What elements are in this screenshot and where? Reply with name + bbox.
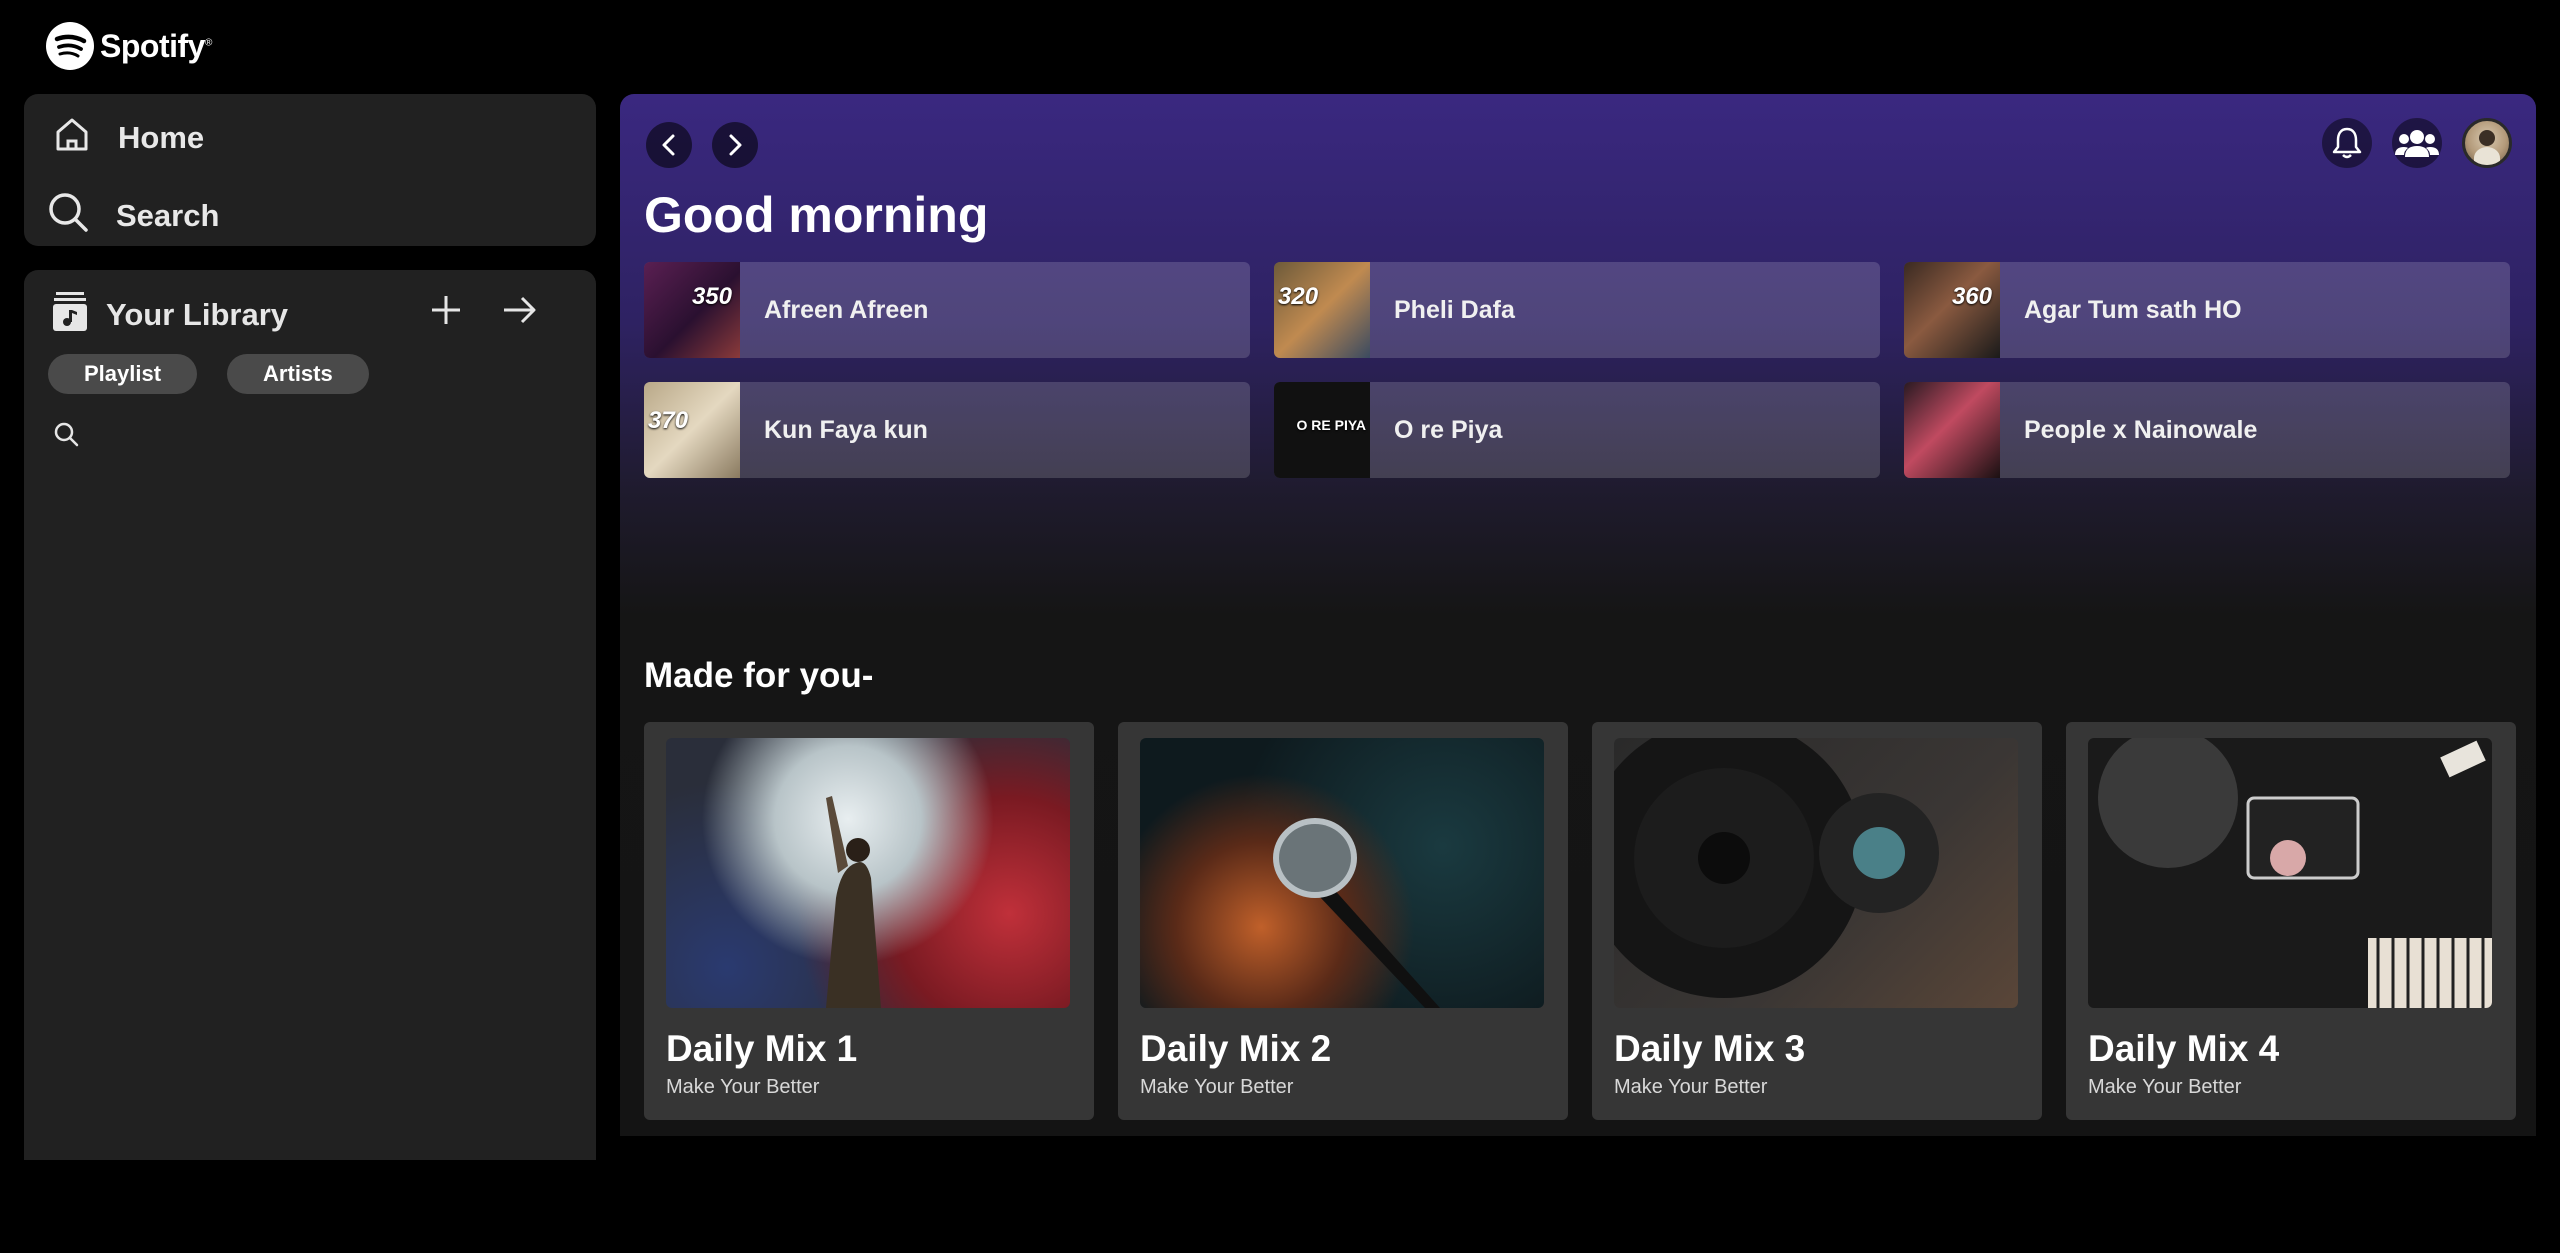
- library-header[interactable]: Your Library: [52, 290, 288, 340]
- quick-pick-item[interactable]: 360 Agar Tum sath HO: [1904, 262, 2510, 358]
- mix-artwork: [1140, 738, 1544, 1008]
- mix-artwork: [666, 738, 1070, 1008]
- quick-pick-item[interactable]: People x Nainowale: [1904, 382, 2510, 478]
- album-thumbnail: 350: [644, 262, 740, 358]
- album-thumbnail: [1904, 382, 2000, 478]
- forward-button[interactable]: [712, 122, 758, 168]
- mix-artwork: [1614, 738, 2018, 1008]
- back-button[interactable]: [646, 122, 692, 168]
- user-avatar[interactable]: [2462, 118, 2512, 168]
- quick-pick-item[interactable]: 350 Afreen Afreen: [644, 262, 1250, 358]
- mix-card[interactable]: Daily Mix 3 Make Your Better: [1592, 722, 2042, 1120]
- section-title: Made for you-: [644, 656, 874, 695]
- library-title: Your Library: [106, 297, 289, 332]
- nav-search-label: Search: [116, 198, 220, 233]
- mix-card[interactable]: Daily Mix 2 Make Your Better: [1118, 722, 1568, 1120]
- spotify-logo-icon: [46, 22, 94, 70]
- library-panel: Your Library Playlist Artists: [24, 270, 596, 1160]
- library-filter-chips: Playlist Artists: [48, 354, 369, 394]
- top-bar-actions: [2322, 118, 2512, 168]
- home-icon: [52, 114, 92, 162]
- main-nav: Home Search: [24, 94, 596, 246]
- friend-activity-button[interactable]: [2392, 118, 2442, 168]
- album-thumbnail: 320: [1274, 262, 1370, 358]
- bell-icon: [2332, 127, 2362, 159]
- page-title: Good morning: [644, 187, 989, 243]
- spotify-logo[interactable]: Spotify®: [46, 22, 212, 70]
- mix-cards: Daily Mix 1 Make Your Better Daily Mix 2…: [644, 722, 2516, 1120]
- plus-icon[interactable]: [426, 290, 466, 330]
- library-actions: [426, 290, 540, 330]
- spotify-wordmark: Spotify®: [100, 27, 212, 64]
- history-nav: [646, 122, 758, 168]
- nav-home[interactable]: Home: [52, 114, 204, 162]
- search-icon: [52, 422, 80, 452]
- chip-artists[interactable]: Artists: [227, 354, 369, 394]
- quick-pick-item[interactable]: O RE PIYA O re Piya: [1274, 382, 1880, 478]
- search-icon: [46, 190, 90, 242]
- nav-home-label: Home: [118, 120, 205, 155]
- quick-pick-item[interactable]: 370 Kun Faya kun: [644, 382, 1250, 478]
- notifications-button[interactable]: [2322, 118, 2372, 168]
- quick-pick-item[interactable]: 320 Pheli Dafa: [1274, 262, 1880, 358]
- mix-artwork: [2088, 738, 2492, 1008]
- chip-playlist[interactable]: Playlist: [48, 354, 198, 394]
- library-icon: [52, 290, 88, 340]
- album-thumbnail: 360: [1904, 262, 2000, 358]
- mix-card[interactable]: Daily Mix 1 Make Your Better: [644, 722, 1094, 1120]
- chevron-left-icon: [662, 134, 675, 156]
- album-thumbnail: 370: [644, 382, 740, 478]
- users-icon: [2395, 130, 2439, 157]
- library-search-button[interactable]: [52, 420, 80, 453]
- mix-card[interactable]: Daily Mix 4 Make Your Better: [2066, 722, 2516, 1120]
- arrow-right-icon[interactable]: [500, 290, 540, 330]
- chevron-right-icon: [729, 134, 742, 156]
- main-content: Good morning 350 Afreen Afreen 320 Pheli…: [620, 94, 2536, 1136]
- album-thumbnail: O RE PIYA: [1274, 382, 1370, 478]
- quick-picks-grid: 350 Afreen Afreen 320 Pheli Dafa 360 Aga…: [644, 262, 2510, 478]
- nav-search[interactable]: Search: [46, 190, 219, 242]
